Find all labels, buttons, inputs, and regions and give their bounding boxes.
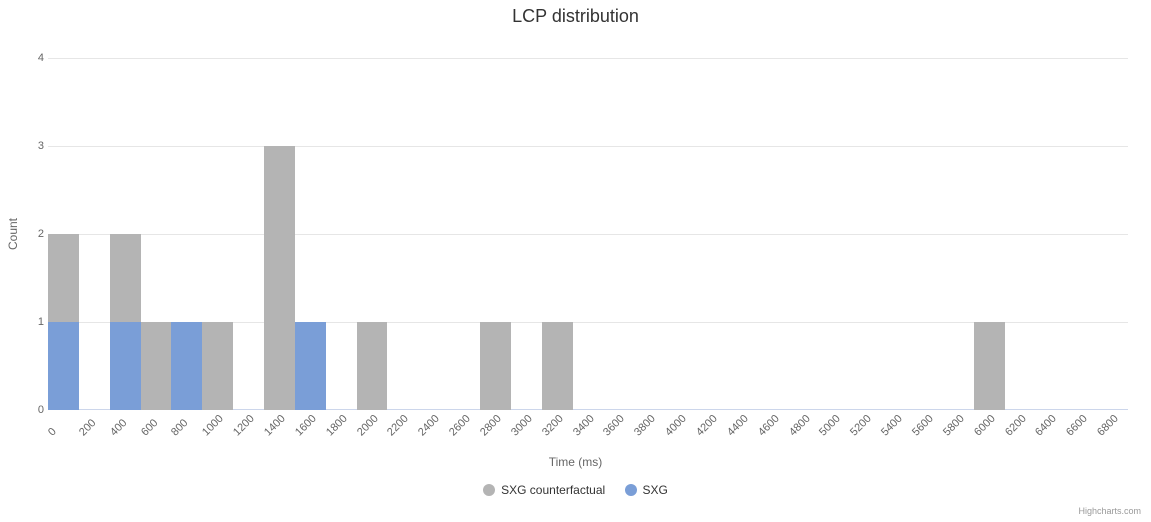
x-tick-label: 2000 xyxy=(355,413,381,439)
x-tick-label: 3800 xyxy=(632,413,658,439)
x-tick-label: 5800 xyxy=(941,413,967,439)
bar-sxg-counterfactual[interactable] xyxy=(357,322,388,410)
y-tick-label: 3 xyxy=(26,140,44,152)
x-tick-label: 800 xyxy=(169,417,190,438)
bar-sxg[interactable] xyxy=(171,322,202,410)
x-tick-label: 4400 xyxy=(725,413,751,439)
legend-item-sxg[interactable]: SXG xyxy=(625,483,668,497)
chart-title: LCP distribution xyxy=(0,6,1151,27)
x-tick-label: 1200 xyxy=(231,413,257,439)
x-tick-label: 2400 xyxy=(416,413,442,439)
x-tick-label: 5600 xyxy=(910,413,936,439)
x-tick-label: 6600 xyxy=(1064,413,1090,439)
legend-swatch xyxy=(483,484,495,496)
x-tick-label: 2800 xyxy=(478,413,504,439)
legend-item-sxg-counterfactual[interactable]: SXG counterfactual xyxy=(483,483,605,497)
chart-container: LCP distribution Count 0 200 400 600 800 1000… xyxy=(0,0,1151,522)
plot-area xyxy=(48,58,1128,410)
gridline xyxy=(48,146,1128,147)
bar-sxg[interactable] xyxy=(110,322,141,410)
x-tick-label: 1600 xyxy=(293,413,319,439)
x-tick-label: 5200 xyxy=(848,413,874,439)
x-tick-label: 6000 xyxy=(972,413,998,439)
x-tick-label: 6400 xyxy=(1033,413,1059,439)
bar-sxg-counterfactual[interactable] xyxy=(974,322,1005,410)
x-tick-label: 0 xyxy=(46,426,59,439)
bar-sxg[interactable] xyxy=(48,322,79,410)
x-tick-label: 2600 xyxy=(447,413,473,439)
x-tick-label: 6200 xyxy=(1003,413,1029,439)
x-axis-ticks: 0 200 400 600 800 100012001400160018002000220… xyxy=(48,412,1128,452)
y-tick-label: 1 xyxy=(26,316,44,328)
x-tick-label: 4000 xyxy=(663,413,689,439)
y-axis-label: Count xyxy=(6,218,20,250)
bar-sxg-counterfactual[interactable] xyxy=(202,322,233,410)
x-tick-label: 400 xyxy=(108,417,129,438)
bar-sxg-counterfactual[interactable] xyxy=(264,146,295,410)
x-axis-label: Time (ms) xyxy=(0,455,1151,469)
legend-swatch xyxy=(625,484,637,496)
x-tick-label: 5000 xyxy=(817,413,843,439)
x-tick-label: 600 xyxy=(139,417,160,438)
bar-sxg[interactable] xyxy=(295,322,326,410)
x-tick-label: 1000 xyxy=(200,413,226,439)
gridline xyxy=(48,234,1128,235)
x-tick-label: 3600 xyxy=(601,413,627,439)
y-tick-label: 4 xyxy=(26,52,44,64)
x-tick-label: 1800 xyxy=(324,413,350,439)
y-tick-label: 2 xyxy=(26,228,44,240)
bar-sxg-counterfactual[interactable] xyxy=(480,322,511,410)
x-tick-label: 4600 xyxy=(756,413,782,439)
legend-label: SXG counterfactual xyxy=(501,483,605,497)
x-tick-label: 3200 xyxy=(540,413,566,439)
bar-sxg-counterfactual[interactable] xyxy=(542,322,573,410)
x-tick-label: 4800 xyxy=(787,413,813,439)
y-tick-label: 0 xyxy=(26,404,44,416)
x-tick-label: 1400 xyxy=(262,413,288,439)
legend-label: SXG xyxy=(643,483,668,497)
x-tick-label: 3000 xyxy=(509,413,535,439)
x-tick-label: 4200 xyxy=(694,413,720,439)
x-tick-label: 5400 xyxy=(879,413,905,439)
legend: SXG counterfactual SXG xyxy=(0,483,1151,499)
bar-sxg-counterfactual[interactable] xyxy=(141,322,172,410)
credit-link[interactable]: Highcharts.com xyxy=(1078,506,1141,516)
x-tick-label: 200 xyxy=(77,417,98,438)
x-tick-label: 3400 xyxy=(571,413,597,439)
gridline xyxy=(48,58,1128,59)
x-tick-label: 2200 xyxy=(385,413,411,439)
x-tick-label: 6800 xyxy=(1095,413,1121,439)
